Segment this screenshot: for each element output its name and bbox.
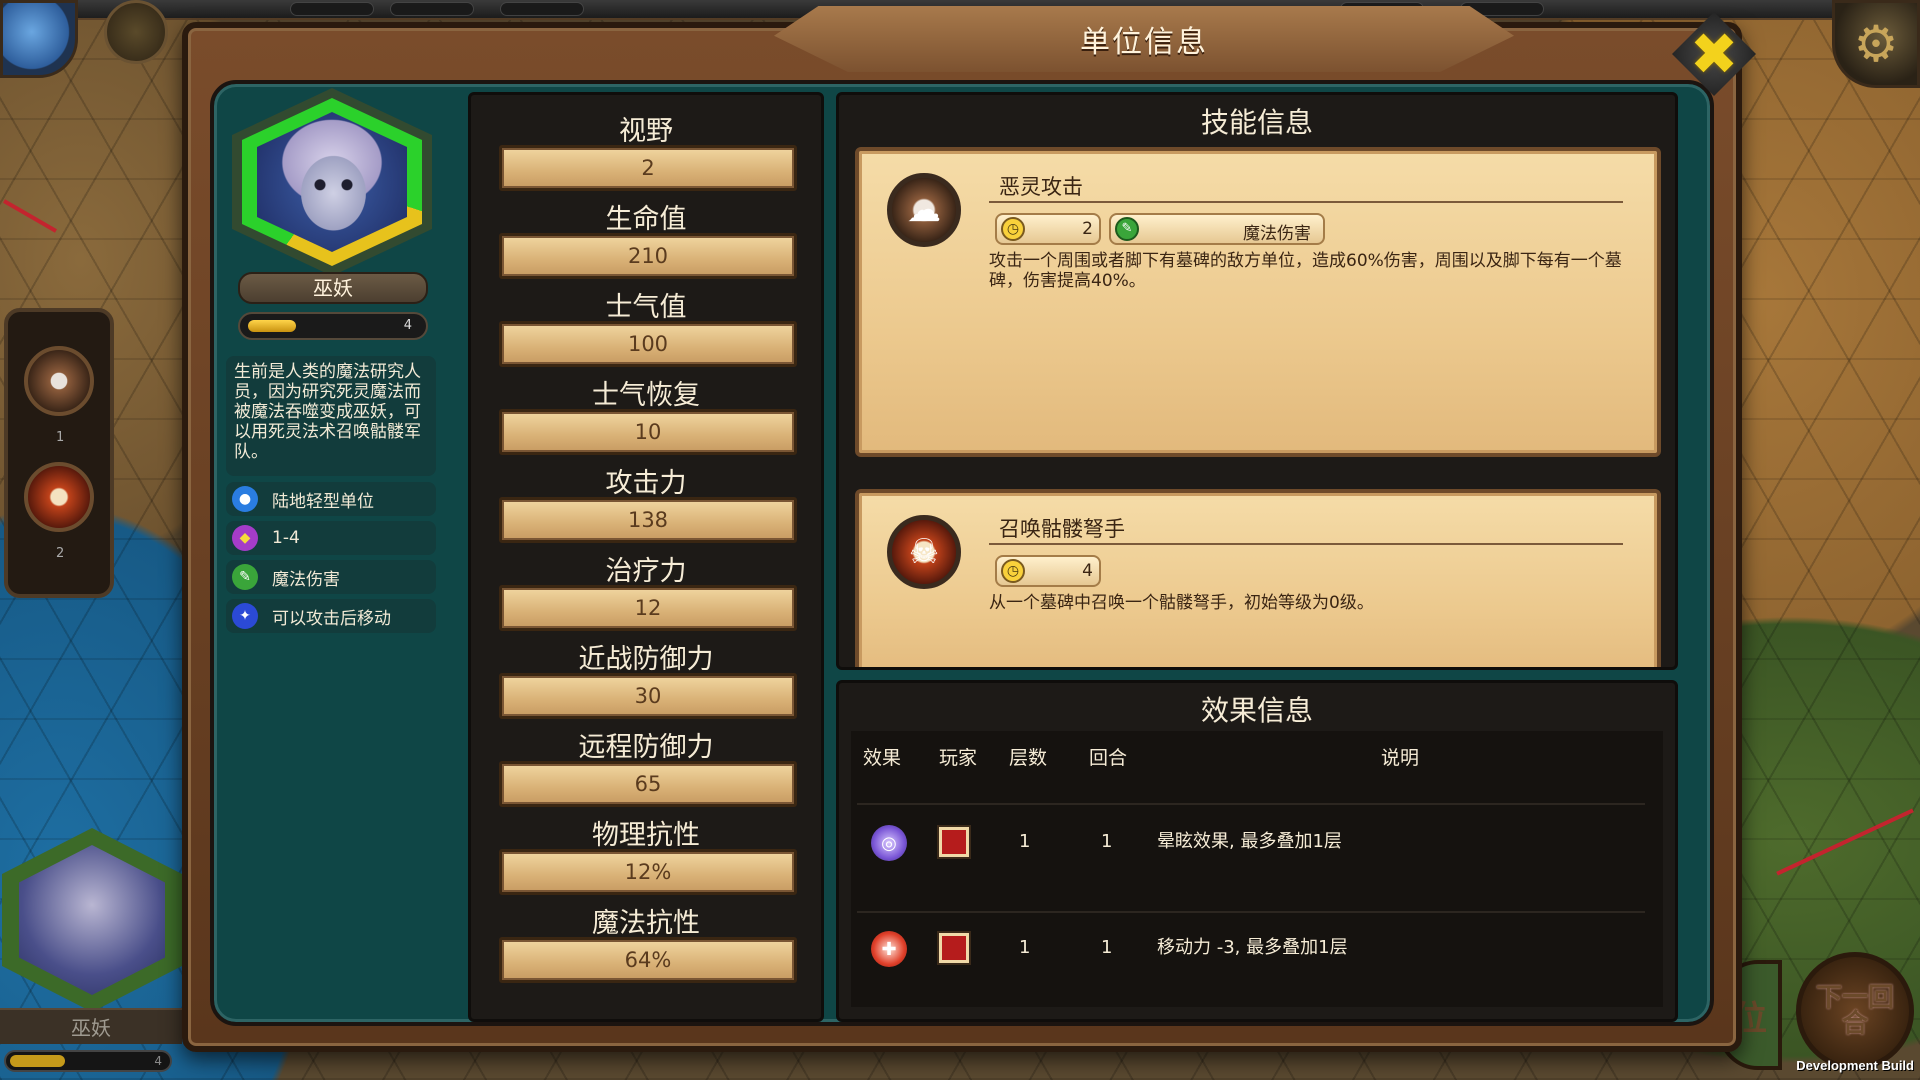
skills-title: 技能信息 bbox=[1200, 106, 1313, 139]
stat-physical-resist: 物理抗性 12% bbox=[471, 799, 821, 895]
unit-level: 4 bbox=[403, 318, 412, 333]
skill-name: 召唤骷髅弩手 bbox=[999, 517, 1125, 541]
player-red-flag bbox=[939, 827, 969, 857]
unit-description: 生前是人类的魔法研究人员，因为研究死灵魔法而被魔法吞噬变成巫妖，可以用死灵法术召… bbox=[226, 356, 436, 476]
divider bbox=[989, 201, 1623, 203]
col-player: 玩家 bbox=[939, 747, 978, 769]
skill-name: 恶灵攻击 bbox=[999, 175, 1083, 199]
stat-morale-recovery: 士气恢复 10 bbox=[471, 359, 821, 455]
effect-description: 移动力 -3, 最多叠加1层 bbox=[1157, 937, 1348, 958]
divider bbox=[989, 543, 1623, 545]
lich-portrait-image bbox=[257, 112, 407, 252]
stats-panel: 视野 2 生命值 210 士气值 100 士气恢复 10 攻击力 138 治疗力… bbox=[468, 92, 824, 1022]
unit-type-icon: ● bbox=[232, 486, 258, 512]
close-icon: ✖ bbox=[1689, 20, 1739, 88]
skill-card[interactable]: ☠ 召唤骷髅弩手 ◷ 4 从一个墓碑中召唤一个骷髅弩手，初始等级为0级。 bbox=[855, 489, 1661, 667]
stat-morale: 士气值 100 bbox=[471, 271, 821, 367]
map-skill-number: 1 bbox=[56, 430, 65, 445]
selected-unit-name: 巫妖 bbox=[0, 1008, 182, 1044]
divider bbox=[857, 911, 1645, 913]
trait-range: ◆ 1-4 bbox=[226, 521, 436, 555]
stat-melee-defense: 近战防御力 30 bbox=[471, 623, 821, 719]
magic-damage-icon: ✎ bbox=[1115, 217, 1139, 241]
unit-name: 巫妖 bbox=[238, 272, 428, 304]
resource-pill bbox=[390, 2, 474, 16]
skill-description: 攻击一个周围或者脚下有墓碑的敌方单位，造成60%伤害，周围以及脚下每有一个墓碑，… bbox=[989, 251, 1622, 291]
wraith-attack-icon[interactable] bbox=[24, 346, 94, 416]
stat-ranged-defense: 远程防御力 65 bbox=[471, 711, 821, 807]
col-desc: 说明 bbox=[1381, 747, 1420, 769]
cooldown-tag: ◷ 2 bbox=[995, 213, 1101, 245]
build-label: Development Build bbox=[1796, 1058, 1914, 1073]
effect-row: ◎ 1 1 晕眩效果, 最多叠加1层 bbox=[851, 803, 1663, 889]
stat-value: 64% bbox=[499, 937, 797, 983]
stun-icon: ◎ bbox=[871, 825, 907, 861]
dialog-title-plate: 单位信息 bbox=[774, 6, 1514, 72]
next-turn-label: 下一回合 bbox=[1815, 983, 1894, 1039]
skills-panel: 技能信息 ☁ 恶灵攻击 ◷ 2 ✎ 魔法伤害 攻击一个周围或者脚下有墓碑的敌方单… bbox=[836, 92, 1678, 670]
stat-attack: 攻击力 138 bbox=[471, 447, 821, 543]
damage-type-tag: ✎ 魔法伤害 bbox=[1109, 213, 1325, 245]
effect-row: ✚ 1 1 移动力 -3, 最多叠加1层 bbox=[851, 911, 1663, 997]
col-turns: 回合 bbox=[1089, 747, 1128, 769]
effects-title: 效果信息 bbox=[1200, 694, 1313, 727]
dialog-title: 单位信息 bbox=[1080, 25, 1208, 60]
stat-healing: 治疗力 12 bbox=[471, 535, 821, 631]
map-skill-number: 2 bbox=[56, 546, 65, 561]
move-after-attack-icon: ✦ bbox=[232, 603, 258, 629]
col-effect: 效果 bbox=[863, 747, 902, 769]
col-stacks: 层数 bbox=[1009, 747, 1048, 769]
settings-gear-icon[interactable]: ⚙ bbox=[1832, 0, 1920, 88]
trait-move-after-attack: ✦ 可以攻击后移动 bbox=[226, 599, 436, 633]
next-turn-button[interactable]: 下一回合 bbox=[1796, 952, 1914, 1070]
stat-vision: 视野 2 bbox=[471, 95, 821, 191]
clock-icon: ◷ bbox=[1001, 217, 1025, 241]
divider bbox=[857, 803, 1645, 805]
skill-card[interactable]: ☁ 恶灵攻击 ◷ 2 ✎ 魔法伤害 攻击一个周围或者脚下有墓碑的敌方单位，造成6… bbox=[855, 147, 1661, 457]
move-down-icon: ✚ bbox=[871, 931, 907, 967]
clock-icon: ◷ bbox=[1001, 559, 1025, 583]
player-red-flag bbox=[939, 933, 969, 963]
bag-icon[interactable] bbox=[104, 0, 168, 64]
selected-unit-xp-bar: 4 bbox=[4, 1050, 172, 1072]
summon-skeleton-icon: ☠ bbox=[887, 515, 961, 589]
unit-xp-fill bbox=[248, 320, 296, 332]
map-skill-column: 1 2 bbox=[4, 308, 114, 598]
effect-description: 晕眩效果, 最多叠加1层 bbox=[1157, 831, 1342, 852]
resource-pill bbox=[290, 2, 374, 16]
effects-panel: 效果信息 效果 玩家 层数 回合 说明 ◎ 1 1 晕眩效果, 最多叠加1层 ✚… bbox=[836, 680, 1678, 1022]
effects-table: 效果 玩家 层数 回合 说明 ◎ 1 1 晕眩效果, 最多叠加1层 ✚ 1 1 … bbox=[851, 731, 1663, 1007]
skill-description: 从一个墓碑中召唤一个骷髅弩手，初始等级为0级。 bbox=[989, 593, 1374, 613]
unit-traits: ● 陆地轻型单位 ◆ 1-4 ✎ 魔法伤害 ✦ 可以攻击后移动 bbox=[226, 482, 436, 638]
stat-hp: 生命值 210 bbox=[471, 183, 821, 279]
stat-magic-resist: 魔法抗性 64% bbox=[471, 887, 821, 983]
trait-unit-type: ● 陆地轻型单位 bbox=[226, 482, 436, 516]
cooldown-tag: ◷ 4 bbox=[995, 555, 1101, 587]
unit-xp-bar: 4 bbox=[238, 312, 428, 340]
summon-skeleton-icon[interactable] bbox=[24, 462, 94, 532]
wraith-attack-icon: ☁ bbox=[887, 173, 961, 247]
weather-icon[interactable] bbox=[0, 0, 78, 78]
trait-damage-type: ✎ 魔法伤害 bbox=[226, 560, 436, 594]
range-icon: ◆ bbox=[232, 525, 258, 551]
magic-damage-icon: ✎ bbox=[232, 564, 258, 590]
resource-pill bbox=[500, 2, 584, 16]
